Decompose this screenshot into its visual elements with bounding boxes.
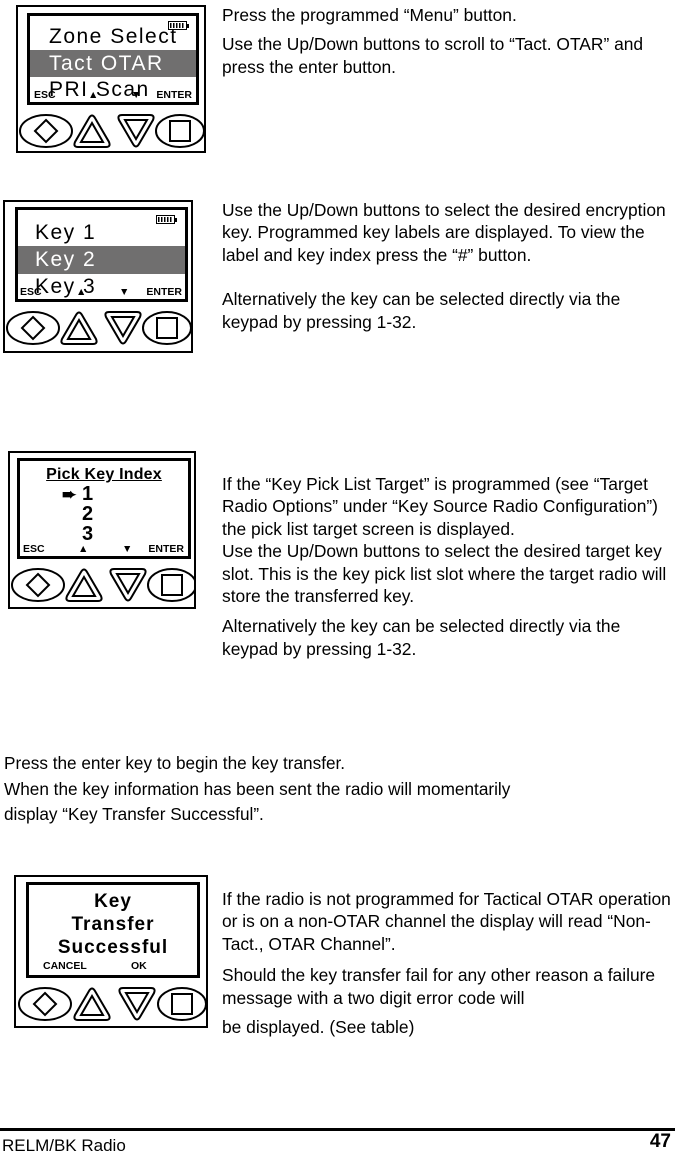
footer-divider [0, 1128, 675, 1131]
keypad-row [10, 561, 196, 605]
transfer-note-line-3: display “Key Transfer Successful”. [4, 804, 264, 824]
step-4-paragraph-3: be displayed. (See table) [222, 1017, 415, 1038]
step-2-text: Use the Up/Down buttons to select the de… [222, 199, 672, 333]
keypad-svg [11, 568, 196, 602]
lcd-line-2-selected[interactable]: Tact OTAR [30, 50, 196, 77]
softkey-up[interactable]: ▲ [76, 286, 86, 299]
lcd-screen-key-transfer-successful: Key Transfer Successful CANCEL OK [26, 882, 200, 978]
softkey-row: ESC ▲ ▼ ENTER [20, 541, 188, 556]
step-2-paragraph-1: Use the Up/Down buttons to select the de… [222, 200, 666, 265]
softkey-up[interactable]: ▲ [78, 543, 88, 556]
lcd-screen-tact-otar: Zone Select Tact OTAR PRI Scan ESC ▲ ▼ E… [27, 13, 199, 105]
enter-square-glyph [156, 317, 178, 339]
lcd-line-1[interactable]: Zone Select [30, 24, 196, 50]
keypad-svg [18, 987, 206, 1021]
softkey-up[interactable]: ▲ [88, 89, 98, 102]
message-line-3: Successful [57, 937, 169, 958]
lcd-line-1[interactable]: Key 1 [18, 219, 185, 246]
enter-square-button [142, 311, 191, 345]
lcd-screen-pick-key-index: Pick Key Index ➨ 1 2 3 ESC ▲ ▼ ENTER [17, 458, 191, 559]
step-3-text: If the “Key Pick List Target” is program… [222, 473, 672, 660]
softkey-esc[interactable]: ESC [23, 543, 45, 556]
lcd-screen-key-select: Key 1 Key 2 Key 3 ESC ▲ ▼ ENTER [15, 207, 188, 302]
enter-square-glyph [169, 120, 191, 142]
enter-square-glyph [171, 993, 193, 1015]
softkey-row: CANCEL OK [29, 957, 197, 975]
step-1-text: Press the programmed “Menu” button. Use … [222, 4, 672, 78]
step-4-paragraph-1: If the radio is not programmed for Tacti… [222, 889, 671, 954]
menu-diamond-glyph [32, 991, 58, 1017]
message-line-1: Key [94, 891, 132, 912]
lcd-title-pick-key-index: Pick Key Index [46, 466, 162, 483]
cursor-arrow-icon: ➨ [62, 485, 77, 504]
transfer-note: Press the enter key to begin the key tra… [4, 751, 664, 828]
menu-diamond-glyph [20, 315, 46, 341]
step-4-text: If the radio is not programmed for Tacti… [222, 888, 674, 1038]
footer-brand: RELM/BK Radio [2, 1136, 126, 1155]
radio-device-tact-otar: Zone Select Tact OTAR PRI Scan ESC ▲ ▼ E… [16, 5, 206, 153]
step-3-paragraph-1: If the “Key Pick List Target” is program… [222, 474, 658, 539]
softkey-row: ESC ▲ ▼ ENTER [30, 87, 196, 102]
softkey-down[interactable]: ▼ [122, 543, 132, 556]
radio-device-key-transfer-successful: Key Transfer Successful CANCEL OK [14, 875, 208, 1028]
lcd-line-2-selected[interactable]: Key 2 [18, 246, 185, 274]
enter-square-glyph [161, 574, 183, 596]
softkey-enter[interactable]: ENTER [148, 543, 184, 556]
enter-square-button [147, 568, 196, 602]
enter-square-button [157, 987, 206, 1021]
softkey-down[interactable]: ▼ [119, 286, 129, 299]
step-3-paragraph-2: Use the Up/Down buttons to select the de… [222, 541, 667, 607]
step-1-line-2: Use the Up/Down buttons to scroll to “Ta… [222, 34, 644, 77]
step-3-paragraph-3: Alternatively the key can be selected di… [222, 616, 621, 659]
softkey-esc[interactable]: ESC [20, 286, 42, 299]
enter-square-button [155, 114, 204, 148]
softkey-row: ESC ▲ ▼ ENTER [18, 284, 185, 299]
softkey-down[interactable]: ▼ [131, 89, 141, 102]
footer-page-number: 47 [649, 1131, 671, 1152]
softkey-enter[interactable]: ENTER [156, 89, 192, 102]
manual-page: Zone Select Tact OTAR PRI Scan ESC ▲ ▼ E… [0, 0, 675, 1157]
radio-device-pick-key-index: Pick Key Index ➨ 1 2 3 ESC ▲ ▼ ENTER [8, 451, 196, 609]
radio-device-key-select: Key 1 Key 2 Key 3 ESC ▲ ▼ ENTER [3, 200, 193, 353]
step-1-line-1: Press the programmed “Menu” button. [222, 5, 517, 25]
step-4-paragraph-2: Should the key transfer fail for any oth… [222, 965, 656, 1008]
transfer-note-line-2: When the key information has been sent t… [4, 778, 511, 799]
pick-item-2[interactable]: 2 [82, 503, 93, 525]
softkey-cancel[interactable]: CANCEL [43, 960, 87, 973]
menu-diamond-glyph [33, 118, 59, 144]
message-line-2: Transfer [71, 914, 155, 935]
menu-diamond-glyph [25, 572, 51, 598]
keypad-row [18, 107, 204, 151]
step-2-paragraph-2: Alternatively the key can be selected di… [222, 289, 621, 332]
softkey-esc[interactable]: ESC [34, 89, 56, 102]
keypad-row [5, 304, 191, 348]
keypad-svg [6, 311, 191, 345]
keypad-row [16, 980, 206, 1024]
softkey-ok[interactable]: OK [131, 960, 147, 973]
pick-item-1[interactable]: 1 [82, 483, 93, 505]
softkey-enter[interactable]: ENTER [146, 286, 182, 299]
transfer-note-line-1: Press the enter key to begin the key tra… [4, 753, 346, 773]
keypad-svg [19, 114, 204, 148]
